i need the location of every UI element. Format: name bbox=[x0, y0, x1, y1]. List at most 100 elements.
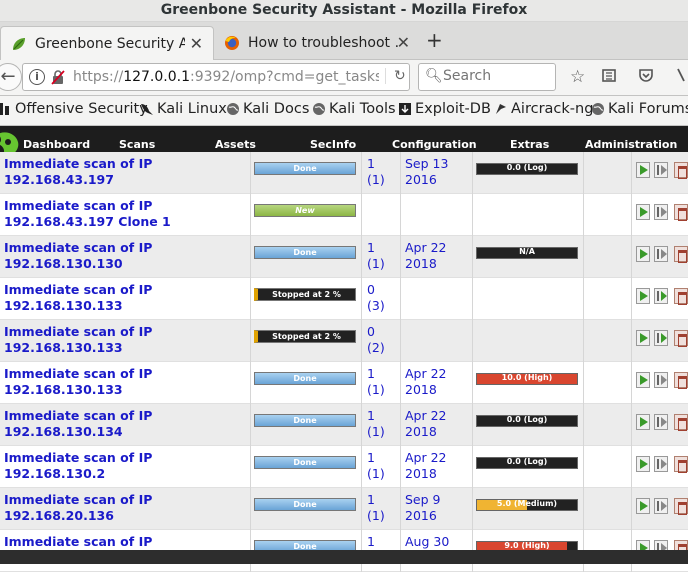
trash-icon[interactable] bbox=[674, 414, 688, 431]
task-name-link[interactable]: Immediate scan of IP 192.168.43.197 Clone… bbox=[4, 198, 171, 230]
reload-icon[interactable]: ↻ bbox=[385, 68, 406, 84]
bookmark-kali-docs[interactable]: Kali Docs bbox=[226, 101, 309, 117]
task-name-link[interactable]: Immediate scan of IP 192.168.130.133 bbox=[4, 282, 152, 314]
task-last-report-date[interactable]: Sep 9 2016 bbox=[405, 492, 441, 524]
tab-troubleshoot[interactable]: How to troubleshoot … ✕ bbox=[214, 26, 420, 60]
task-reports-link[interactable]: 1 (1) bbox=[367, 156, 385, 188]
bookmark-aircrack-ng[interactable]: Aircrack-ng bbox=[494, 101, 593, 117]
start-task-icon[interactable] bbox=[636, 246, 650, 262]
task-name-link[interactable]: Immediate scan of IP bbox=[4, 534, 152, 550]
task-status-bar: Done bbox=[254, 456, 356, 469]
task-reports-link[interactable]: 1 (1) bbox=[367, 240, 385, 272]
url-bar[interactable]: i https://127.0.0.1:9392/omp?cmd=get_tas… bbox=[22, 63, 410, 91]
column-divider bbox=[472, 278, 473, 320]
trash-icon[interactable] bbox=[674, 498, 688, 515]
insecure-lock-icon[interactable] bbox=[51, 69, 65, 85]
task-reports-link[interactable]: 1 (1) bbox=[367, 366, 385, 398]
task-status-bar: Done bbox=[254, 246, 356, 259]
sidebar-icon[interactable] bbox=[676, 67, 688, 88]
trash-icon[interactable] bbox=[674, 204, 688, 221]
search-input[interactable] bbox=[443, 68, 551, 84]
library-icon[interactable] bbox=[601, 67, 617, 88]
task-last-report-date[interactable]: Apr 22 2018 bbox=[405, 408, 447, 440]
start-task-icon[interactable] bbox=[636, 498, 650, 514]
search-bar[interactable]: 🔍︎ bbox=[418, 63, 556, 91]
task-name-link[interactable]: Immediate scan of IP 192.168.130.2 bbox=[4, 450, 152, 482]
resume-task-icon[interactable] bbox=[654, 204, 668, 220]
bookmark-exploit-db[interactable]: Exploit-DB bbox=[398, 101, 491, 117]
task-last-report-date[interactable]: Aug 30 bbox=[405, 534, 449, 550]
resume-task-icon[interactable] bbox=[654, 372, 668, 388]
resume-task-icon[interactable] bbox=[654, 288, 668, 304]
menu-scans[interactable]: Scans bbox=[119, 138, 155, 151]
start-task-icon[interactable] bbox=[636, 372, 650, 388]
task-name-link[interactable]: Immediate scan of IP 192.168.20.136 bbox=[4, 492, 152, 524]
resume-task-icon[interactable] bbox=[654, 246, 668, 262]
menu-administration[interactable]: Administration bbox=[585, 138, 677, 151]
start-task-icon[interactable] bbox=[636, 330, 650, 346]
menu-assets[interactable]: Assets bbox=[215, 138, 256, 151]
trash-icon[interactable] bbox=[674, 162, 688, 179]
task-name-link[interactable]: Immediate scan of IP 192.168.130.133 bbox=[4, 324, 152, 356]
bookmark-kali-linux[interactable]: Kali Linux bbox=[140, 101, 227, 117]
trash-icon[interactable] bbox=[674, 372, 688, 389]
bookmark-kali-tools[interactable]: Kali Tools bbox=[312, 101, 396, 117]
task-row: Immediate scan of IP 192.168.43.197 Done 1(… bbox=[0, 152, 688, 194]
bookmark-offensive-security[interactable]: Offensive Security bbox=[0, 101, 148, 117]
resume-task-icon[interactable] bbox=[654, 330, 668, 346]
new-tab-button[interactable]: + bbox=[426, 28, 443, 52]
column-divider bbox=[472, 362, 473, 404]
task-status-bar: Stopped at 2 % bbox=[254, 288, 356, 301]
menu-extras[interactable]: Extras bbox=[510, 138, 549, 151]
trash-icon[interactable] bbox=[674, 246, 688, 263]
start-task-icon[interactable] bbox=[636, 288, 650, 304]
task-reports-link[interactable]: 1 (1) bbox=[367, 492, 385, 524]
task-name-link[interactable]: Immediate scan of IP 192.168.130.134 bbox=[4, 408, 152, 440]
resume-task-icon[interactable] bbox=[654, 456, 668, 472]
start-task-icon[interactable] bbox=[636, 456, 650, 472]
menu-configuration[interactable]: Configuration bbox=[392, 138, 477, 151]
url-text[interactable]: https://127.0.0.1:9392/omp?cmd=get_tasks bbox=[73, 69, 379, 85]
back-button[interactable]: ← bbox=[0, 63, 22, 91]
close-icon[interactable]: ✕ bbox=[397, 33, 410, 52]
task-reports-link[interactable]: 1 bbox=[367, 534, 375, 550]
task-reports-link[interactable]: 1 (1) bbox=[367, 408, 385, 440]
trash-icon[interactable] bbox=[674, 288, 688, 305]
column-divider bbox=[250, 278, 251, 320]
bookmark-star-icon[interactable]: ☆ bbox=[570, 67, 585, 87]
task-name-link[interactable]: Immediate scan of IP 192.168.130.130 bbox=[4, 240, 152, 272]
trash-icon[interactable] bbox=[674, 330, 688, 347]
resume-task-icon[interactable] bbox=[654, 498, 668, 514]
bookmark-kali-forums[interactable]: Kali Forums bbox=[591, 101, 688, 117]
info-icon[interactable]: i bbox=[29, 69, 45, 85]
task-last-report-date[interactable]: Apr 22 2018 bbox=[405, 366, 447, 398]
column-divider bbox=[583, 236, 584, 278]
task-name-link[interactable]: Immediate scan of IP 192.168.130.133 bbox=[4, 366, 152, 398]
task-last-report-date[interactable]: Apr 22 2018 bbox=[405, 450, 447, 482]
column-divider bbox=[583, 278, 584, 320]
task-name-link[interactable]: Immediate scan of IP 192.168.43.197 bbox=[4, 156, 152, 188]
column-divider bbox=[583, 446, 584, 488]
task-last-report-date[interactable]: Sep 13 2016 bbox=[405, 156, 448, 188]
task-reports-link[interactable]: 0 (2) bbox=[367, 324, 385, 356]
column-divider bbox=[631, 194, 632, 236]
trash-icon[interactable] bbox=[674, 456, 688, 473]
resume-task-icon[interactable] bbox=[654, 162, 668, 178]
severity-label: 0.0 (Log) bbox=[506, 457, 548, 466]
resume-task-icon[interactable] bbox=[654, 414, 668, 430]
close-icon[interactable]: ✕ bbox=[190, 34, 203, 53]
task-reports-link[interactable]: 0 (3) bbox=[367, 282, 385, 314]
column-divider bbox=[631, 278, 632, 320]
task-reports-link[interactable]: 1 (1) bbox=[367, 450, 385, 482]
tab-label: Greenbone Security A… bbox=[35, 35, 185, 52]
pocket-icon[interactable] bbox=[638, 67, 654, 88]
start-task-icon[interactable] bbox=[636, 162, 650, 178]
menu-dashboard[interactable]: Dashboard bbox=[23, 138, 90, 151]
task-last-report-date[interactable]: Apr 22 2018 bbox=[405, 240, 447, 272]
window-title: Greenbone Security Assistant - Mozilla F… bbox=[160, 2, 528, 18]
bottom-scrollbar[interactable] bbox=[0, 550, 688, 564]
menu-secinfo[interactable]: SecInfo bbox=[310, 138, 356, 151]
start-task-icon[interactable] bbox=[636, 414, 650, 430]
start-task-icon[interactable] bbox=[636, 204, 650, 220]
tab-greenbone[interactable]: Greenbone Security A… ✕ bbox=[0, 26, 214, 60]
